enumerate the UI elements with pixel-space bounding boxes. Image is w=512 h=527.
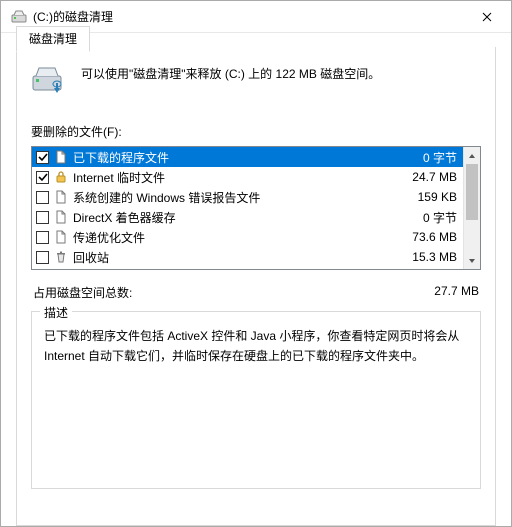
list-item[interactable]: Internet 临时文件 24.7 MB: [32, 167, 463, 187]
list-item[interactable]: 已下载的程序文件0 字节: [32, 147, 463, 167]
tab-content: 可以使用"磁盘清理"来释放 (C:) 上的 122 MB 磁盘空间。 要删除的文…: [17, 47, 495, 489]
scroll-down-button[interactable]: [464, 252, 480, 269]
file-list-inner: 已下载的程序文件0 字节Internet 临时文件24.7 MB系统创建的 Wi…: [32, 147, 463, 269]
item-name: 系统创建的 Windows 错误报告文件: [73, 189, 406, 206]
file-icon: [53, 149, 69, 165]
window-title: (C:)的磁盘清理: [33, 8, 465, 25]
item-name: Internet 临时文件: [73, 169, 400, 186]
checkbox[interactable]: [36, 231, 49, 244]
list-item[interactable]: DirectX 着色器缓存0 字节: [32, 207, 463, 227]
item-size: 15.3 MB: [404, 250, 457, 264]
tab-disk-cleanup[interactable]: 磁盘清理: [16, 26, 90, 52]
scroll-up-button[interactable]: [464, 147, 480, 164]
item-size: 0 字节: [415, 149, 457, 166]
disk-cleanup-window: (C:)的磁盘清理 磁盘清理: [0, 0, 512, 527]
cleanup-icon: [31, 63, 65, 97]
checkbox[interactable]: [36, 191, 49, 204]
total-value: 27.7 MB: [434, 284, 479, 301]
recycle-icon: [53, 249, 69, 265]
list-item[interactable]: 系统创建的 Windows 错误报告文件 159 KB: [32, 187, 463, 207]
item-name: 传递优化文件: [73, 229, 400, 246]
scrollbar-vertical[interactable]: [463, 147, 480, 269]
checkbox[interactable]: [36, 251, 49, 264]
file-icon: [53, 229, 69, 245]
file-icon: [53, 209, 69, 225]
item-size: 24.7 MB: [404, 170, 457, 184]
list-item[interactable]: 回收站 15.3 MB: [32, 247, 463, 267]
lock-icon: [53, 169, 69, 185]
description-text: 已下载的程序文件包括 ActiveX 控件和 Java 小程序，你查看特定网页时…: [44, 326, 468, 367]
item-size: 159 KB: [410, 190, 457, 204]
file-list: 已下载的程序文件0 字节Internet 临时文件24.7 MB系统创建的 Wi…: [31, 146, 481, 270]
item-size: 0 字节: [415, 209, 457, 226]
item-size: 73.6 MB: [404, 230, 457, 244]
item-name: 已下载的程序文件: [73, 149, 411, 166]
scroll-thumb[interactable]: [466, 164, 478, 220]
dialog-body: 磁盘清理 可以使用"磁盘清理"来释放 (C:: [16, 47, 496, 526]
intro-text: 可以使用"磁盘清理"来释放 (C:) 上的 122 MB 磁盘空间。: [81, 63, 380, 83]
total-row: 占用磁盘空间总数: 27.7 MB: [33, 284, 479, 301]
description-legend: 描述: [40, 304, 72, 321]
total-label: 占用磁盘空间总数:: [33, 284, 132, 301]
checkbox[interactable]: [36, 211, 49, 224]
intro-row: 可以使用"磁盘清理"来释放 (C:) 上的 122 MB 磁盘空间。: [31, 63, 481, 97]
checkbox[interactable]: [36, 151, 49, 164]
item-name: 回收站: [73, 249, 400, 266]
scroll-track[interactable]: [464, 164, 480, 252]
drive-icon: [11, 9, 27, 25]
list-item[interactable]: 传递优化文件 73.6 MB: [32, 227, 463, 247]
item-name: DirectX 着色器缓存: [73, 209, 411, 226]
files-to-delete-label: 要删除的文件(F):: [31, 123, 481, 140]
file-icon: [53, 189, 69, 205]
checkbox[interactable]: [36, 171, 49, 184]
tabstrip: 磁盘清理: [16, 26, 90, 52]
description-group: 描述 已下载的程序文件包括 ActiveX 控件和 Java 小程序，你查看特定…: [31, 311, 481, 489]
close-button[interactable]: [465, 2, 509, 32]
